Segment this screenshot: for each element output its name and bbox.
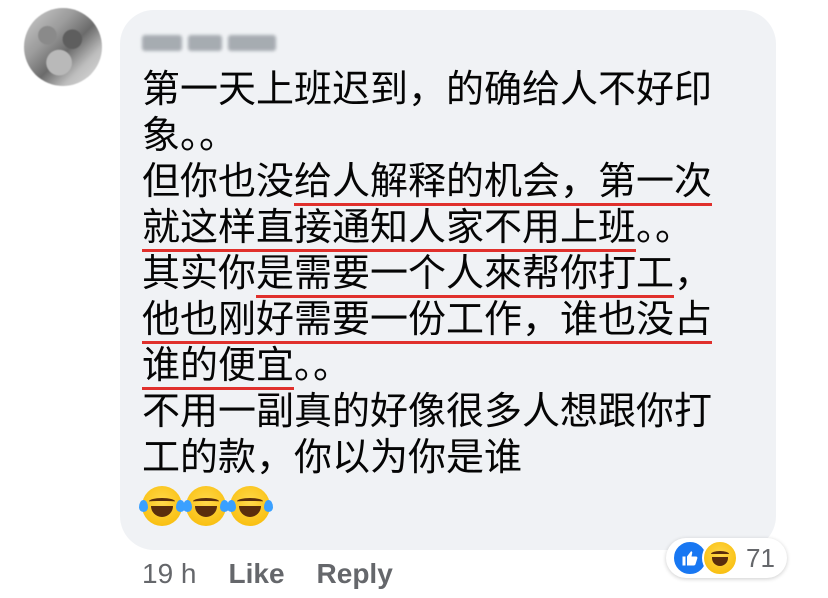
reaction-count: 71: [746, 542, 775, 573]
comment-line: 谁的便宜。。: [142, 342, 772, 390]
comment-line: 其实你是需要一个人來帮你打工，: [142, 250, 772, 298]
comment-text: 第一天上班迟到，的确给人不好印 象。。 但你也没给人解释的机会，第一次 就这样直…: [142, 66, 772, 480]
comment-line: 工的款，你以为你是谁: [142, 435, 523, 479]
underlined-text: 就这样直接通知人家不用上班: [142, 205, 637, 252]
timestamp[interactable]: 19 h: [142, 558, 197, 590]
laughing-tears-emoji-icon: [183, 486, 229, 526]
comment-line: 但你也没给人解释的机会，第一次: [142, 158, 772, 206]
underlined-text: 给人解释的机会，第一次: [294, 159, 713, 206]
underlined-text: 谁的便宜: [142, 343, 295, 390]
comment-line: 象。。: [142, 113, 238, 157]
comment-line: 他也刚好需要一份工作，谁也没占: [142, 296, 772, 344]
laughing-tears-emoji-icon: [227, 486, 273, 526]
underlined-text: 是需要一个人來帮你打工: [256, 251, 675, 298]
haha-icon: [702, 540, 738, 576]
emoji-row: [139, 486, 273, 526]
laughing-tears-emoji-icon: [139, 486, 185, 526]
avatar[interactable]: [24, 8, 102, 86]
commenter-name-blurred[interactable]: [142, 32, 282, 54]
comment-actions: 19 h Like Reply: [142, 558, 393, 590]
comment-line: 不用一副真的好像很多人想跟你打: [142, 389, 713, 433]
reaction-summary[interactable]: 71: [666, 538, 787, 578]
reply-button[interactable]: Reply: [317, 558, 393, 590]
comment-line: 第一天上班迟到，的确给人不好印: [142, 67, 713, 111]
comment-line: 就这样直接通知人家不用上班。。: [142, 204, 772, 252]
underlined-text: 他也刚好需要一份工作，谁也没占: [142, 297, 713, 344]
like-button[interactable]: Like: [229, 558, 285, 590]
